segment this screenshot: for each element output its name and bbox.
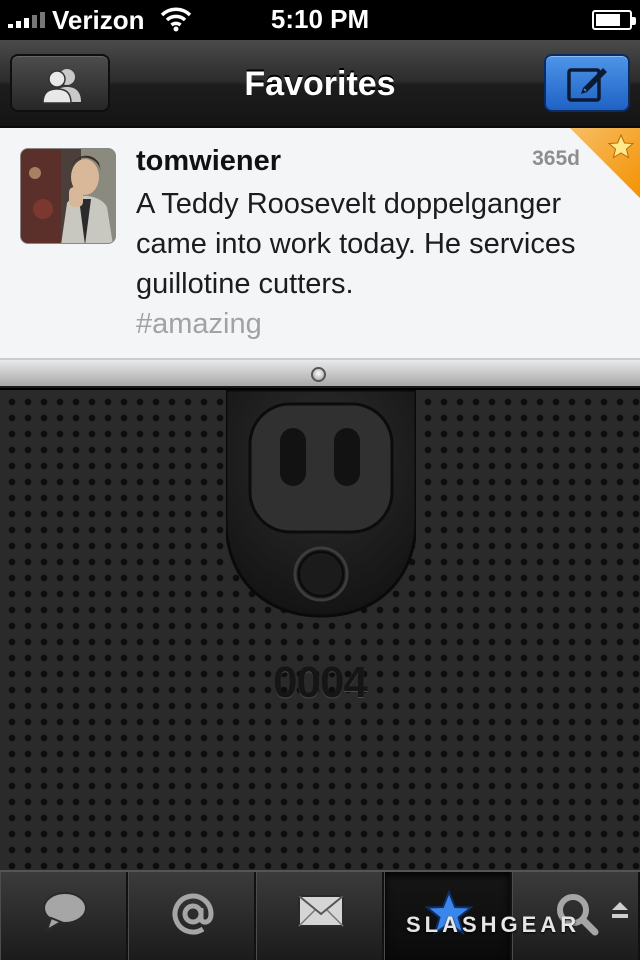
tab-messages[interactable] [256,872,384,960]
compose-button[interactable] [544,54,630,112]
chevron-up-icon [612,902,628,918]
tab-timeline[interactable] [0,872,128,960]
signal-icon [8,12,45,28]
compose-icon [567,68,607,102]
tweet-cell[interactable]: tomwiener 365d A Teddy Roosevelt doppelg… [0,128,640,360]
favorites-count: 0004 [273,658,368,707]
tweet-age: 365d [532,147,580,170]
wifi-icon [160,7,192,32]
watermark: SLASHGEAR [406,912,581,937]
handle-knob[interactable] [311,367,326,382]
avatar-photo [21,149,115,243]
avatar[interactable] [20,148,116,244]
envelope-icon [298,895,344,927]
status-bar: Verizon 5:10 PM [0,0,640,40]
tweetbot-mascot-icon [226,390,416,618]
at-sign-icon [172,893,214,935]
tweet-username[interactable]: tomwiener [136,144,281,178]
accounts-icon [42,69,81,104]
drawer-handle[interactable] [0,360,640,388]
empty-state-panel: 0004 [0,390,640,870]
favorite-badge-icon [570,128,640,198]
speech-bubble-icon [43,892,87,933]
navigation-bar: Favorites [0,40,640,128]
tab-mentions[interactable] [128,872,256,960]
hashtag-link[interactable]: #amazing [136,304,262,344]
carrier-name: Verizon [52,5,145,35]
battery-icon [592,10,636,30]
tweet-text: A Teddy Roosevelt doppelganger came into… [136,188,576,300]
accounts-button[interactable] [10,54,110,112]
